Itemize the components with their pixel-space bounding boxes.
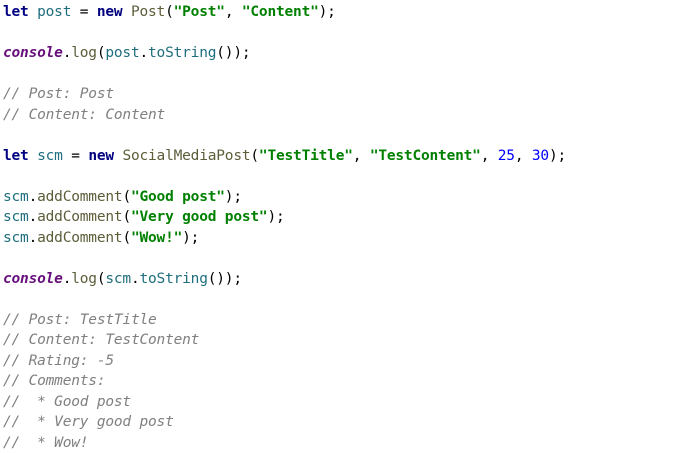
string-token: "Good post" xyxy=(131,189,225,205)
punctuation-token: . xyxy=(29,209,38,225)
punctuation-token: = xyxy=(63,148,89,164)
punctuation-token: ( xyxy=(122,230,131,246)
code-line: console.log(post.toString()); xyxy=(3,43,681,64)
comment-token: // Content: TestContent xyxy=(3,332,199,348)
code-line: // Post: TestTitle xyxy=(3,310,681,331)
code-line: // * Very good post xyxy=(3,412,681,433)
code-view[interactable]: let post = new Post("Post", "Content");c… xyxy=(3,2,681,453)
punctuation-token: . xyxy=(140,45,149,61)
code-line: scm.addComment("Wow!"); xyxy=(3,228,681,249)
punctuation-token: , xyxy=(353,148,370,164)
string-token: "Very good post" xyxy=(131,209,267,225)
string-token: "TestContent" xyxy=(370,148,481,164)
blank-code-line xyxy=(3,64,681,85)
comment-token: // Post: TestTitle xyxy=(3,312,157,328)
number-token: 25 xyxy=(498,148,515,164)
code-line: // * Good post xyxy=(3,392,681,413)
code-line: // Comments: xyxy=(3,371,681,392)
variable-token: scm xyxy=(37,148,63,164)
punctuation-token: . xyxy=(131,271,140,287)
punctuation-token: ); xyxy=(182,230,199,246)
function-token: addComment xyxy=(37,230,122,246)
global-object-token: console xyxy=(3,271,63,287)
code-line: // * Wow! xyxy=(3,433,681,453)
punctuation-token: ()); xyxy=(216,45,250,61)
string-token: "Post" xyxy=(174,4,225,20)
code-line: // Content: TestContent xyxy=(3,330,681,351)
comment-token: // Content: Content xyxy=(3,107,165,123)
blank-code-line xyxy=(3,289,681,310)
variable-token: scm xyxy=(3,209,29,225)
punctuation-token: ()); xyxy=(208,271,242,287)
global-object-token: console xyxy=(3,45,63,61)
function-token: log xyxy=(71,45,97,61)
code-line: let scm = new SocialMediaPost("TestTitle… xyxy=(3,146,681,167)
punctuation-token: ); xyxy=(549,148,566,164)
punctuation-token xyxy=(29,148,38,164)
function-token: addComment xyxy=(37,189,122,205)
comment-token: // * Wow! xyxy=(3,435,88,451)
property-token: toString xyxy=(140,271,208,287)
variable-token: scm xyxy=(3,230,29,246)
punctuation-token: . xyxy=(63,271,72,287)
code-line: // Post: Post xyxy=(3,84,681,105)
property-token: toString xyxy=(148,45,216,61)
punctuation-token: ( xyxy=(250,148,259,164)
code-line: // Content: Content xyxy=(3,105,681,126)
punctuation-token: . xyxy=(63,45,72,61)
variable-token: scm xyxy=(3,189,29,205)
comment-token: // * Very good post xyxy=(3,414,174,430)
string-token: "Content" xyxy=(242,4,319,20)
punctuation-token: ( xyxy=(122,189,131,205)
keyword-token: let xyxy=(3,4,29,20)
blank-code-line xyxy=(3,248,681,269)
function-token: addComment xyxy=(37,209,122,225)
code-line: // Rating: -5 xyxy=(3,351,681,372)
punctuation-token: . xyxy=(29,230,38,246)
code-line: scm.addComment("Very good post"); xyxy=(3,207,681,228)
punctuation-token: , xyxy=(225,4,242,20)
punctuation-token: , xyxy=(515,148,532,164)
comment-token: // Rating: -5 xyxy=(3,353,114,369)
punctuation-token: = xyxy=(71,4,97,20)
blank-code-line xyxy=(3,166,681,187)
punctuation-token: , xyxy=(481,148,498,164)
comment-token: // * Good post xyxy=(3,394,131,410)
function-token: Post xyxy=(131,4,165,20)
punctuation-token: ( xyxy=(122,209,131,225)
blank-code-line xyxy=(3,125,681,146)
code-line: console.log(scm.toString()); xyxy=(3,269,681,290)
code-line: let post = new Post("Post", "Content"); xyxy=(3,2,681,23)
punctuation-token xyxy=(29,4,38,20)
punctuation-token: ); xyxy=(319,4,336,20)
variable-token: post xyxy=(105,45,139,61)
keyword-token: new xyxy=(97,4,123,20)
string-token: "TestTitle" xyxy=(259,148,353,164)
code-line: scm.addComment("Good post"); xyxy=(3,187,681,208)
variable-token: post xyxy=(37,4,71,20)
string-token: "Wow!" xyxy=(131,230,182,246)
punctuation-token: . xyxy=(29,189,38,205)
keyword-token: let xyxy=(3,148,29,164)
keyword-token: new xyxy=(88,148,114,164)
punctuation-token xyxy=(122,4,131,20)
variable-token: scm xyxy=(105,271,131,287)
comment-token: // Post: Post xyxy=(3,86,114,102)
number-token: 30 xyxy=(532,148,549,164)
punctuation-token: ( xyxy=(165,4,174,20)
punctuation-token: ); xyxy=(225,189,242,205)
function-token: SocialMediaPost xyxy=(122,148,250,164)
comment-token: // Comments: xyxy=(3,373,105,389)
function-token: log xyxy=(71,271,97,287)
blank-code-line xyxy=(3,23,681,44)
punctuation-token: ); xyxy=(267,209,284,225)
